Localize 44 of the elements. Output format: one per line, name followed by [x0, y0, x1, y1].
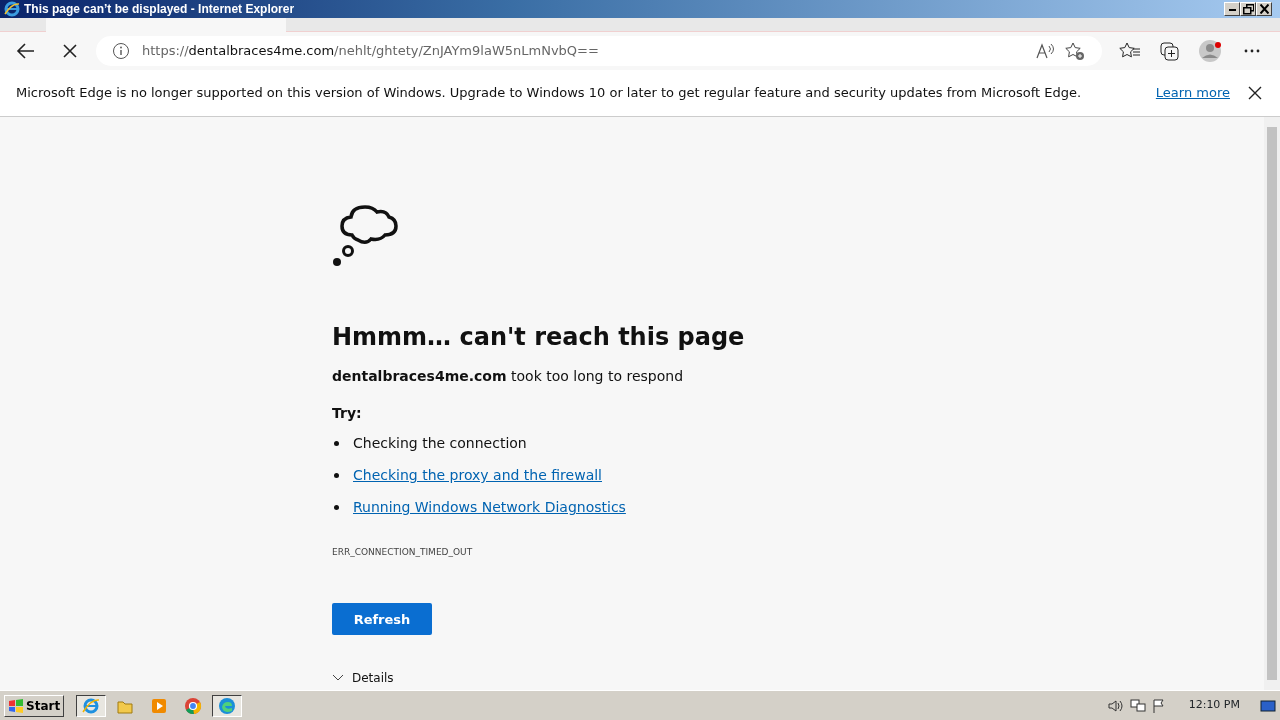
minimize-icon: [1228, 9, 1236, 11]
windows-logo-icon: [8, 698, 24, 713]
close-icon: [1259, 4, 1269, 14]
details-toggle[interactable]: Details: [332, 671, 1264, 686]
taskbar-app[interactable]: [212, 694, 243, 717]
network-icon[interactable]: [1128, 697, 1147, 714]
address-bar[interactable]: https://dentalbraces4me.com/nehlt/ghtety/ZnJAYm9laW5nLmNvbQ==: [96, 36, 1102, 66]
error-message: dentalbraces4me.com took too long to respond: [332, 366, 684, 386]
show-desktop-icon[interactable]: [1260, 698, 1276, 713]
chevron-down-icon: [332, 674, 344, 683]
profile-avatar-icon[interactable]: [1198, 39, 1224, 63]
restore-icon: [1242, 3, 1254, 15]
chrome-icon: [184, 696, 203, 715]
suggestion-link[interactable]: Running Windows Network Diagnostics: [353, 497, 626, 519]
infobar-message: Microsoft Edge is no longer supported on this version of Windows. Upgrade to Windows 10 or later to get regular feature and security updates from Microsoft Edge.: [16, 84, 1083, 103]
volume-icon[interactable]: [1106, 697, 1125, 714]
scrollbar[interactable]: [1264, 117, 1280, 690]
suggestion-text: Checking the connection: [353, 434, 527, 454]
taskbar-app[interactable]: [76, 694, 107, 717]
clock: 12:10 PM: [1188, 697, 1240, 714]
bullet-icon: [334, 473, 339, 479]
try-label: Try:: [332, 403, 363, 423]
error-code: ERR_CONNECTION_TIMED_OUT: [332, 545, 474, 559]
refresh-button[interactable]: Refresh: [332, 603, 432, 636]
url-text: https://dentalbraces4me.com/nehlt/ghtety/ZnJAYm9laW5nLmNvbQ==: [142, 42, 600, 61]
bullet-icon: [334, 441, 339, 447]
browser-logo-icon: [4, 1, 20, 17]
start-button[interactable]: Start: [4, 694, 65, 717]
minimize-button[interactable]: [1224, 2, 1240, 16]
suggestion-link[interactable]: Checking the proxy and the firewall: [353, 465, 602, 487]
window-title: This page can’t be displayed - Internet Explorer: [24, 2, 296, 16]
media-player-icon: [150, 696, 169, 715]
error-heading: Hmmm… can't reach this page: [332, 323, 746, 352]
edge-icon: [218, 696, 237, 715]
bullet-icon: [334, 505, 339, 511]
close-icon[interactable]: [1246, 84, 1264, 102]
collections-icon[interactable]: [1158, 40, 1182, 62]
learn-more-link[interactable]: Learn more: [1155, 83, 1230, 103]
info-icon: [112, 42, 130, 60]
ie-icon: [82, 696, 101, 715]
restore-button[interactable]: [1240, 2, 1256, 16]
read-aloud-icon[interactable]: [1034, 41, 1056, 61]
add-favorite-icon[interactable]: [1064, 41, 1086, 61]
close-button[interactable]: [1256, 2, 1272, 16]
